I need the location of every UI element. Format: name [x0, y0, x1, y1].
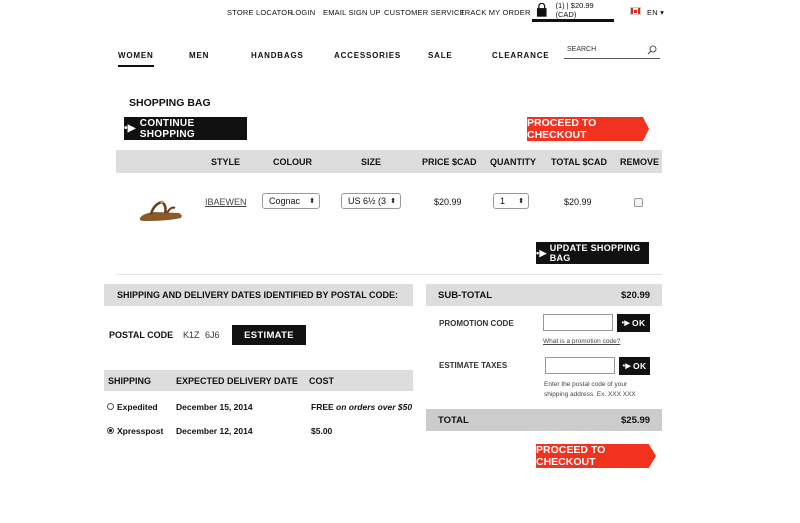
promo-code-help-link[interactable]: What is a promotion code? — [543, 338, 620, 345]
page-title: SHOPPING BAG — [129, 97, 211, 109]
tax-ok-button[interactable]: •▶ OK — [619, 357, 650, 375]
col-quantity: QUANTITY — [490, 157, 536, 167]
canada-flag-icon — [630, 7, 641, 15]
postal-code-field-2[interactable]: 6J6 — [205, 330, 220, 340]
col-total: TOTAL $CAD — [551, 157, 608, 167]
shipping-option-date: December 12, 2014 — [176, 426, 253, 436]
util-customer-service[interactable]: CUSTOMER SERVICE — [384, 8, 465, 17]
col-style: STYLE — [211, 157, 241, 167]
shipping-col-date: EXPECTED DELIVERY DATE — [176, 376, 298, 386]
item-price: $20.99 — [434, 197, 462, 207]
tax-hint-line-2: shipping address. Ex. XXX XXX — [544, 391, 636, 398]
arrow-right-icon: •▶ — [621, 320, 631, 327]
search-input[interactable]: SEARCH — [564, 43, 660, 59]
cost-note: on orders over $50 — [336, 402, 413, 412]
divider — [116, 274, 662, 275]
proceed-to-checkout-button-bottom[interactable]: PROCEED TO CHECKOUT — [536, 444, 656, 468]
item-total: $20.99 — [564, 197, 592, 207]
language-label: EN — [647, 8, 658, 17]
estimate-button[interactable]: ESTIMATE — [232, 325, 306, 345]
arrow-right-icon: •▶ — [124, 123, 136, 134]
shipping-option-date: December 15, 2014 — [176, 402, 253, 412]
size-select[interactable]: US 6½ (3 ⬍ — [341, 193, 401, 209]
nav-accessories[interactable]: ACCESSORIES — [334, 51, 401, 60]
remove-checkbox[interactable] — [634, 198, 643, 207]
total-value: $25.99 — [621, 415, 651, 426]
nav-clearance[interactable]: CLEARANCE — [492, 51, 549, 60]
updown-icon: ⬍ — [309, 198, 315, 205]
nav-women[interactable]: WOMEN — [118, 51, 154, 67]
shipping-option-name: Xpresspost — [117, 426, 164, 436]
size-value: US 6½ (3 — [348, 196, 387, 206]
shipping-option-cost: FREE on orders over $50 — [311, 402, 412, 412]
postal-code-label: POSTAL CODE — [109, 330, 174, 340]
col-price: PRICE $CAD — [422, 157, 477, 167]
ok-label: OK — [633, 361, 647, 371]
updown-icon: ⬍ — [518, 198, 524, 205]
col-colour: COLOUR — [273, 157, 312, 167]
shopping-bag-icon — [536, 2, 547, 17]
update-label: UPDATE SHOPPING BAG — [549, 243, 641, 263]
shipping-option-cost: $5.00 — [311, 426, 333, 436]
chevron-down-icon: ▾ — [660, 8, 665, 17]
util-track-order[interactable]: TRACK MY ORDER — [460, 8, 531, 17]
mini-cart[interactable]: (1) | $20.99 (CAD) — [532, 0, 614, 22]
promo-ok-button[interactable]: •▶ OK — [617, 314, 650, 332]
shipping-col-cost: COST — [309, 376, 335, 386]
promo-code-label: PROMOTION CODE — [439, 319, 514, 328]
continue-shopping-button[interactable]: •▶ CONTINUE SHOPPING — [124, 117, 247, 140]
ok-label: OK — [632, 318, 646, 328]
item-style-link[interactable]: IBAEWEN — [205, 197, 247, 207]
nav-men[interactable]: MEN — [189, 51, 209, 60]
cost-value: FREE — [311, 402, 334, 412]
update-shopping-bag-button[interactable]: •▶ UPDATE SHOPPING BAG — [536, 242, 649, 264]
colour-select[interactable]: Cognac ⬍ — [262, 193, 320, 209]
nav-sale[interactable]: SALE — [428, 51, 453, 60]
arrow-right-icon: •▶ — [536, 247, 547, 258]
proceed-to-checkout-button-top[interactable]: PROCEED TO CHECKOUT — [527, 117, 649, 141]
quantity-select[interactable]: 1 ⬍ — [493, 193, 529, 209]
search-icon[interactable] — [647, 45, 657, 55]
updown-icon: ⬍ — [390, 197, 396, 205]
radio-xpresspost[interactable] — [107, 427, 114, 434]
tax-postal-input[interactable] — [545, 357, 615, 374]
language-selector[interactable]: EN ▾ — [647, 8, 664, 17]
arrow-right-icon: •▶ — [622, 363, 632, 370]
shipping-heading: SHIPPING AND DELIVERY DATES IDENTIFIED B… — [104, 284, 413, 306]
postal-code-field-1[interactable]: K1Z — [183, 330, 200, 340]
quantity-value: 1 — [500, 196, 506, 206]
total-label: TOTAL — [438, 415, 469, 426]
continue-shopping-label: CONTINUE SHOPPING — [139, 117, 195, 140]
colour-value: Cognac — [269, 196, 301, 206]
util-email-signup[interactable]: EMAIL SIGN UP — [323, 8, 381, 17]
util-login[interactable]: LOGIN — [291, 8, 315, 17]
col-size: SIZE — [361, 157, 382, 167]
product-sandal-image — [139, 200, 182, 221]
promo-code-input[interactable] — [543, 314, 613, 331]
radio-expedited[interactable] — [107, 403, 114, 410]
mini-cart-summary: (1) | $20.99 (CAD) — [555, 0, 594, 19]
util-store-locator[interactable]: STORE LOCATOR — [227, 8, 293, 17]
subtotal-label: SUB-TOTAL — [438, 290, 493, 301]
shipping-option-name: Expedited — [117, 402, 158, 412]
search-placeholder: SEARCH — [567, 46, 597, 53]
shipping-col-shipping: SHIPPING — [108, 376, 152, 386]
nav-handbags[interactable]: HANDBAGS — [251, 51, 304, 60]
estimate-taxes-label: ESTIMATE TAXES — [439, 361, 508, 370]
subtotal-value: $20.99 — [621, 290, 651, 301]
col-remove: REMOVE — [620, 157, 660, 167]
tax-hint-line-1: Enter the postal code of your — [544, 381, 628, 388]
